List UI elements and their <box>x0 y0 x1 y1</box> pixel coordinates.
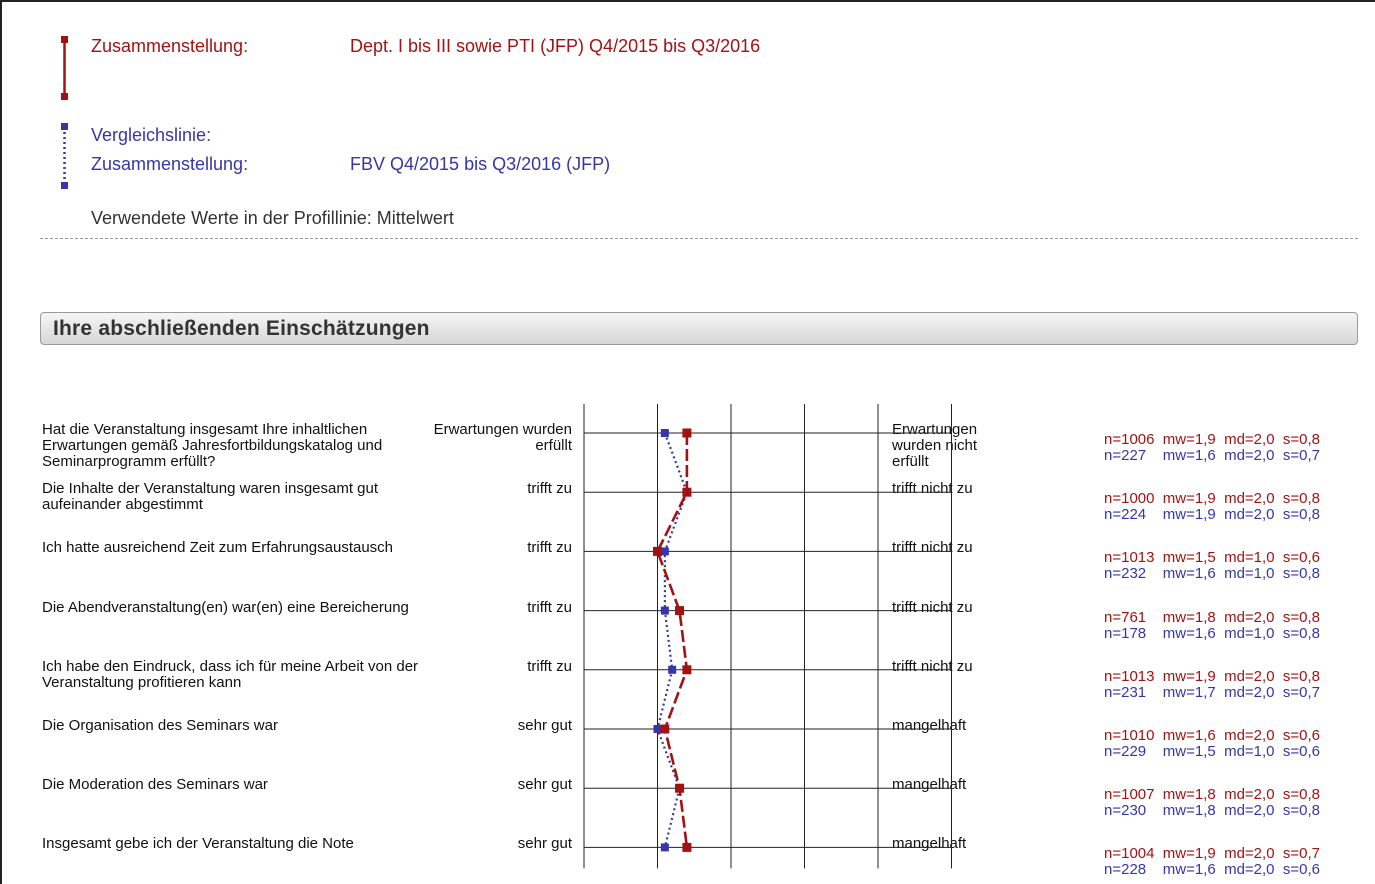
main-point <box>682 842 692 852</box>
comparison-point <box>668 665 677 674</box>
main-point <box>675 606 685 616</box>
main-point <box>675 783 685 793</box>
main-point <box>660 724 670 734</box>
main-point <box>653 546 662 556</box>
main-point <box>682 665 692 675</box>
comparison-point <box>660 606 669 615</box>
comparison-point <box>653 725 662 733</box>
main-point <box>682 487 692 497</box>
comparison-point <box>660 843 669 852</box>
comparison-point <box>660 429 669 437</box>
comparison-point <box>660 547 669 556</box>
main-point <box>682 428 692 438</box>
profile-chart <box>583 404 952 869</box>
